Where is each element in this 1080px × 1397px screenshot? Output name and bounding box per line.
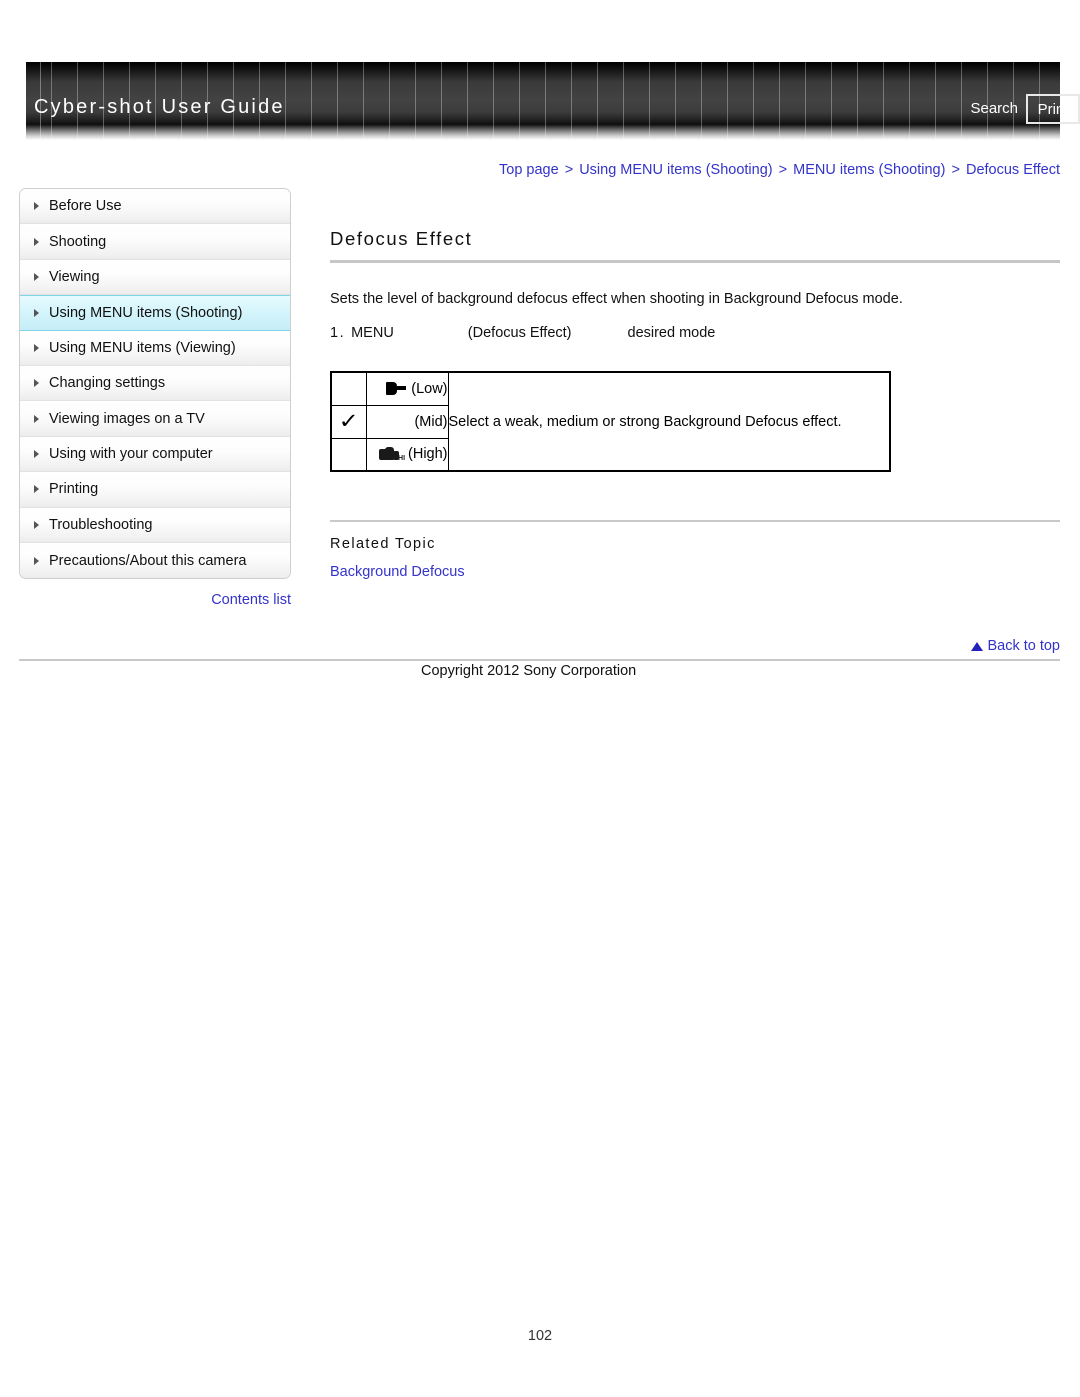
option-label-high: (High) bbox=[408, 446, 448, 463]
print-button[interactable]: Print bbox=[1026, 94, 1080, 124]
triangle-right-icon bbox=[34, 237, 39, 246]
sidebar-item-changing-settings[interactable]: Changing settings bbox=[20, 365, 290, 402]
triangle-right-icon bbox=[34, 272, 39, 281]
sidebar-item-label: Using MENU items (Shooting) bbox=[49, 304, 243, 321]
defocus-high-icon: HI bbox=[379, 446, 405, 462]
breadcrumb-item-top-page[interactable]: Top page bbox=[499, 162, 559, 178]
triangle-right-icon bbox=[34, 308, 39, 317]
table-row: (Low) Select a weak, medium or strong Ba… bbox=[330, 371, 891, 472]
triangle-right-icon bbox=[34, 202, 39, 211]
sidebar-item-label: Using with your computer bbox=[49, 445, 213, 462]
option-label-low: (Low) bbox=[411, 380, 448, 397]
options-description-cell: Select a weak, medium or strong Backgrou… bbox=[447, 371, 891, 472]
sidebar-item-shooting[interactable]: Shooting bbox=[20, 224, 290, 260]
sidebar-item-using-menu-items-shooting[interactable]: Using MENU items (Shooting) bbox=[20, 295, 290, 331]
sidebar-item-before-use[interactable]: Before Use bbox=[20, 189, 290, 225]
sidebar-item-label: Viewing bbox=[49, 268, 100, 285]
sidebar-item-printing[interactable]: Printing bbox=[20, 472, 290, 508]
footer-divider bbox=[19, 659, 1060, 661]
breadcrumb-item-menu-items-shooting[interactable]: MENU items (Shooting) bbox=[793, 162, 945, 178]
related-topic-divider bbox=[330, 520, 1060, 522]
sidebar-item-using-menu-items-viewing[interactable]: Using MENU items (Viewing) bbox=[20, 330, 290, 366]
main-content: Defocus Effect Sets the level of backgro… bbox=[330, 188, 1060, 581]
options-description: Select a weak, medium or strong Backgrou… bbox=[448, 413, 842, 430]
step-menu-label: MENU bbox=[351, 325, 394, 341]
related-topic-heading: Related Topic bbox=[330, 536, 436, 552]
sidebar-item-label: Before Use bbox=[49, 198, 122, 215]
sidebar-item-using-with-your-computer[interactable]: Using with your computer bbox=[20, 436, 290, 473]
breadcrumb-separator: > bbox=[951, 162, 960, 178]
copyright-text: Copyright 2012 Sony Corporation bbox=[421, 663, 637, 679]
option-label-mid: (Mid) bbox=[414, 413, 448, 430]
triangle-right-icon bbox=[34, 449, 39, 458]
page-number: 102 bbox=[527, 1328, 553, 1344]
sidebar-item-troubleshooting[interactable]: Troubleshooting bbox=[20, 507, 290, 543]
triangle-right-icon bbox=[34, 520, 39, 529]
related-topic-link-background-defocus[interactable]: Background Defocus bbox=[330, 564, 465, 580]
sidebar-nav: Before Use Shooting Viewing Using MENU i… bbox=[19, 188, 291, 580]
sidebar-item-label: Using MENU items (Viewing) bbox=[49, 339, 236, 356]
step-setting-label: (Defocus Effect) bbox=[467, 325, 572, 341]
row-label-cell-high: HI (High) bbox=[365, 437, 449, 472]
breadcrumb-item-using-menu-items-shooting[interactable]: Using MENU items (Shooting) bbox=[579, 162, 772, 178]
sidebar-item-viewing[interactable]: Viewing bbox=[20, 259, 290, 296]
row-selected-cell-high bbox=[330, 437, 367, 472]
sidebar-item-label: Changing settings bbox=[49, 375, 166, 392]
app-title: Cyber-shot User Guide bbox=[34, 96, 285, 118]
intro-paragraph: Sets the level of background defocus eff… bbox=[330, 291, 903, 307]
back-to-top-label: Back to top bbox=[987, 638, 1060, 654]
checkmark-icon: ✓ bbox=[338, 410, 359, 433]
triangle-right-icon bbox=[34, 556, 39, 565]
triangle-up-icon bbox=[971, 642, 984, 651]
defocus-low-icon bbox=[386, 382, 408, 396]
triangle-right-icon bbox=[34, 485, 39, 494]
search-link[interactable]: Search bbox=[970, 100, 1018, 117]
sidebar-item-label: Viewing images on a TV bbox=[49, 410, 205, 427]
row-selected-cell-low bbox=[330, 371, 367, 406]
defocus-options-table: (Low) Select a weak, medium or strong Ba… bbox=[330, 371, 891, 472]
step-number: 1. bbox=[330, 325, 346, 341]
title-divider bbox=[330, 260, 1060, 263]
menu-arrow-icon-placeholder bbox=[394, 326, 468, 340]
step-result-label: desired mode bbox=[627, 325, 716, 341]
contents-list-link[interactable]: Contents list bbox=[19, 592, 291, 608]
sidebar-item-viewing-images-on-a-tv[interactable]: Viewing images on a TV bbox=[20, 401, 290, 437]
sidebar-item-precautions-about-this-camera[interactable]: Precautions/About this camera bbox=[20, 542, 290, 579]
row-label-cell-low: (Low) bbox=[365, 371, 449, 406]
breadcrumb-separator: > bbox=[564, 162, 574, 178]
triangle-right-icon bbox=[34, 379, 39, 388]
sidebar-item-label: Troubleshooting bbox=[49, 516, 153, 533]
row-label-cell-mid: (Mid) bbox=[365, 404, 449, 439]
breadcrumb: Top page > Using MENU items (Shooting) >… bbox=[499, 162, 1060, 178]
sidebar-item-label: Precautions/About this camera bbox=[49, 552, 247, 569]
sidebar-item-label: Shooting bbox=[49, 233, 107, 250]
triangle-right-icon bbox=[34, 343, 39, 352]
step-arrow-icon-placeholder bbox=[572, 326, 628, 340]
breadcrumb-item-defocus-effect[interactable]: Defocus Effect bbox=[966, 162, 1060, 178]
breadcrumb-separator: > bbox=[778, 162, 788, 178]
page-title: Defocus Effect bbox=[330, 228, 473, 249]
back-to-top-link[interactable]: Back to top bbox=[330, 638, 1060, 654]
step-instruction: 1. MENU (Defocus Effect) desired mode bbox=[330, 325, 1060, 341]
sidebar-item-label: Printing bbox=[49, 481, 99, 498]
row-selected-cell-mid: ✓ bbox=[330, 404, 367, 439]
triangle-right-icon bbox=[34, 414, 39, 423]
